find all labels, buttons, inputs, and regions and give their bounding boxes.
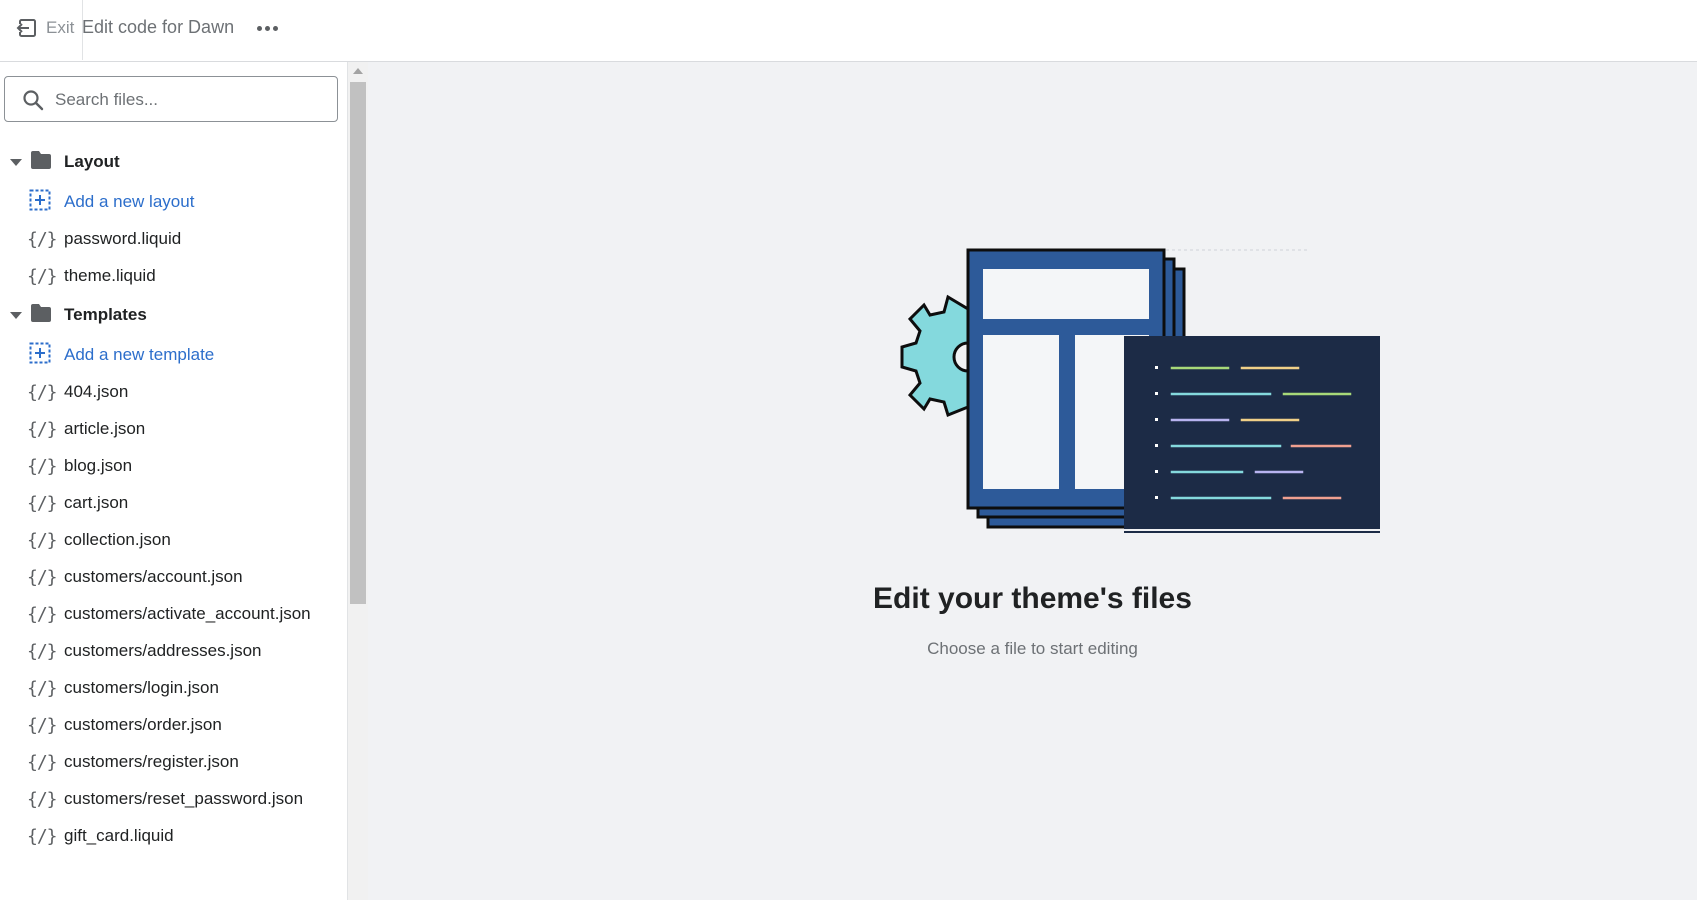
- code-file-icon: {/}: [27, 381, 57, 403]
- search-box: [4, 76, 338, 122]
- search-icon: [23, 90, 44, 111]
- folder-templates[interactable]: Templates: [0, 297, 347, 333]
- file-item[interactable]: {/} customers/reset_password.json: [0, 781, 347, 817]
- code-file-icon: {/}: [27, 492, 57, 514]
- file-item[interactable]: {/} collection.json: [0, 522, 347, 558]
- code-file-icon: {/}: [27, 455, 57, 477]
- horizontal-dots-icon: [256, 25, 262, 31]
- file-item[interactable]: {/} customers/account.json: [0, 559, 347, 595]
- code-file-icon: {/}: [27, 640, 57, 662]
- code-file-icon: {/}: [27, 603, 57, 625]
- caret-down-icon[interactable]: [10, 158, 22, 166]
- file-item[interactable]: {/} blog.json: [0, 448, 347, 484]
- folder-icon: [30, 303, 52, 328]
- file-item[interactable]: {/} customers/addresses.json: [0, 633, 347, 669]
- file-item[interactable]: {/} gift_card.liquid: [0, 818, 347, 854]
- exit-arrow-icon: [16, 19, 36, 37]
- folder-label: Layout: [64, 152, 120, 171]
- file-label[interactable]: customers/order.json: [64, 715, 222, 735]
- dot: [272, 25, 278, 31]
- page-title: Edit code for Dawn: [82, 17, 235, 37]
- file-item[interactable]: {/} customers/activate_account.json: [0, 596, 347, 632]
- code-file-icon: {/}: [27, 265, 57, 287]
- add-file-icon: [29, 342, 51, 369]
- file-item[interactable]: {/} customers/login.json: [0, 670, 347, 706]
- code-file-icon: {/}: [27, 714, 57, 736]
- file-label[interactable]: customers/login.json: [64, 678, 219, 698]
- folder-layout[interactable]: Layout: [0, 144, 347, 180]
- file-sidebar: Layout Add a new layout {/} password.liquid…: [0, 62, 348, 900]
- file-item[interactable]: {/} password.liquid: [0, 221, 347, 257]
- code-file-icon: {/}: [27, 529, 57, 551]
- empty-state-title: Edit your theme's files: [873, 582, 1192, 615]
- file-item[interactable]: {/} customers/order.json: [0, 707, 347, 743]
- more-actions-button[interactable]: [252, 18, 282, 38]
- sidebar-scrollbar[interactable]: [348, 62, 368, 900]
- folder-icon: [30, 150, 52, 175]
- add-file-label[interactable]: Add a new layout: [64, 192, 194, 212]
- code-file-icon: {/}: [27, 418, 57, 440]
- file-label[interactable]: customers/reset_password.json: [64, 789, 303, 809]
- file-label[interactable]: article.json: [64, 419, 145, 439]
- dot: [264, 25, 270, 31]
- file-item[interactable]: {/} article.json: [0, 411, 347, 447]
- code-file-icon: {/}: [27, 228, 57, 250]
- add-file-label[interactable]: Add a new template: [64, 345, 214, 365]
- file-item[interactable]: {/} customers/register.json: [0, 744, 347, 780]
- scroll-up-arrow-icon[interactable]: [353, 68, 363, 74]
- file-item[interactable]: {/} cart.json: [0, 485, 347, 521]
- file-label[interactable]: cart.json: [64, 493, 128, 513]
- add-new-layout-button[interactable]: Add a new layout: [0, 184, 347, 220]
- file-label[interactable]: 404.json: [64, 382, 128, 402]
- caret-down-icon[interactable]: [10, 311, 22, 319]
- file-label[interactable]: collection.json: [64, 530, 171, 550]
- search-input[interactable]: [55, 87, 325, 113]
- code-file-icon: {/}: [27, 825, 57, 847]
- code-file-icon: {/}: [27, 566, 57, 588]
- exit-label: Exit: [46, 18, 75, 37]
- file-label[interactable]: theme.liquid: [64, 266, 156, 286]
- code-file-icon: {/}: [27, 677, 57, 699]
- file-label[interactable]: customers/account.json: [64, 567, 243, 587]
- file-label[interactable]: gift_card.liquid: [64, 826, 174, 846]
- file-item[interactable]: {/} 404.json: [0, 374, 347, 410]
- folder-label: Templates: [64, 305, 147, 324]
- empty-state-subtitle: Choose a file to start editing: [927, 639, 1138, 658]
- add-file-icon: [29, 189, 51, 216]
- file-item[interactable]: {/} theme.liquid: [0, 258, 347, 294]
- theme-files-illustration: [900, 248, 1380, 533]
- file-label[interactable]: blog.json: [64, 456, 132, 476]
- top-bar: Exit Edit code for Dawn: [0, 0, 1697, 62]
- code-file-icon: {/}: [27, 788, 57, 810]
- scroll-thumb[interactable]: [350, 82, 366, 604]
- code-file-icon: {/}: [27, 751, 57, 773]
- file-label[interactable]: customers/addresses.json: [64, 641, 261, 661]
- file-label[interactable]: customers/register.json: [64, 752, 239, 772]
- file-label[interactable]: customers/activate_account.json: [64, 604, 311, 624]
- file-label[interactable]: password.liquid: [64, 229, 181, 249]
- main-area: Edit your theme's files Choose a file to…: [368, 62, 1697, 900]
- add-new-template-button[interactable]: Add a new template: [0, 337, 347, 373]
- exit-button[interactable]: Exit: [16, 14, 74, 42]
